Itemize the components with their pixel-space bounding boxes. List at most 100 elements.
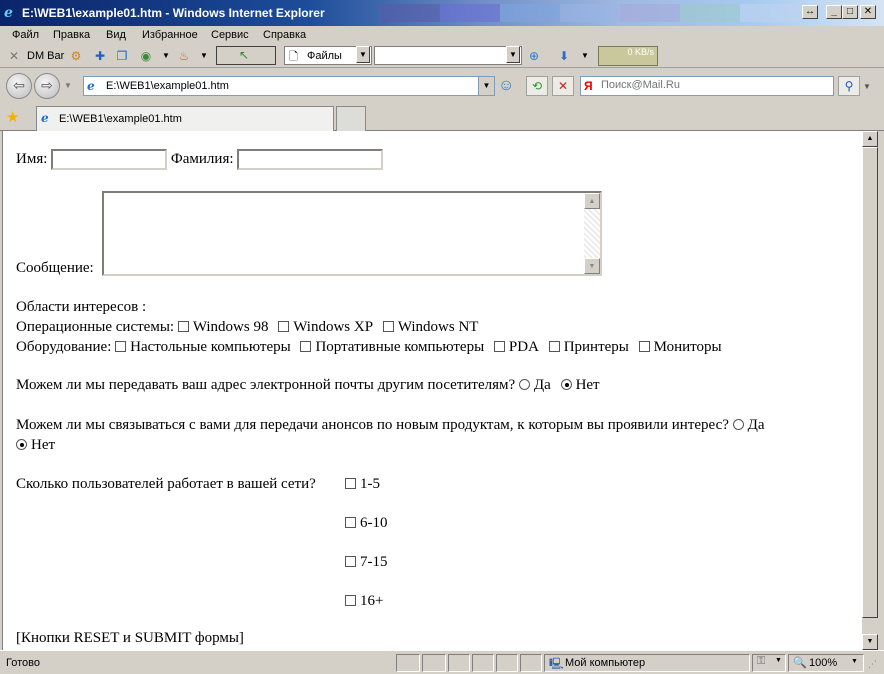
users-option-7-15[interactable]: 7-15 [345,554,388,571]
scroll-up-arrow-icon[interactable]: ▲ [862,131,878,147]
radio-button[interactable] [518,379,530,390]
users-option-16-plus[interactable]: 16+ [345,593,383,610]
checkbox[interactable] [115,341,127,352]
file-icon: 🗋 [289,51,298,63]
radio-button-selected[interactable] [16,439,27,450]
scroll-down-arrow-icon[interactable]: ▼ [584,258,600,274]
search-input[interactable] [601,79,829,91]
close-button[interactable]: ✕ [860,5,876,19]
windows-icon[interactable]: ❐ [114,48,130,64]
stop-button[interactable]: ✕ [552,76,574,96]
zoom-control[interactable]: 🔍 100% ▼ [788,654,864,672]
scroll-up-arrow-icon[interactable]: ▲ [584,193,600,209]
first-name-field[interactable] [51,149,168,170]
checkbox[interactable] [382,321,394,332]
chevron-down-icon[interactable]: ▼ [863,82,871,91]
go-search-icon[interactable]: ⊕ [526,48,542,64]
option-label: 16+ [360,593,384,609]
back-button[interactable]: ⇦ [6,73,32,99]
users-option-6-10[interactable]: 6-10 [345,515,388,532]
status-cell [448,654,470,672]
menu-file[interactable]: Файл [12,29,39,41]
email-share-yes[interactable]: Да [518,377,551,393]
message-textarea[interactable]: ▲ ▼ [102,191,602,276]
tab-example01[interactable]: e E:\WEB1\example01.htm [36,106,334,131]
dm-bar-label[interactable]: DM Bar [27,50,64,62]
restore-size-button[interactable]: ↔ [802,5,818,19]
address-field[interactable]: e E:\WEB1\example01.htm ▼ [83,76,495,96]
title-stripe [500,4,560,22]
radio-button[interactable] [732,419,744,430]
menu-help[interactable]: Справка [263,29,306,41]
forward-button[interactable]: ⇨ [34,73,60,99]
download-manager-icon[interactable]: ⚙ [68,48,84,64]
os-row: Операционные системы: Windows 98 Windows… [16,319,484,336]
computer-icon: 🖳 [549,658,564,670]
status-cell [496,654,518,672]
maximize-button[interactable]: □ [842,5,858,19]
favorites-star-icon[interactable]: ★ [6,108,19,126]
os-option-winnt[interactable]: Windows NT [382,319,478,335]
hardware-option-desktop[interactable]: Настольные компьютеры [115,339,291,355]
add-icon[interactable]: ✚ [92,48,108,64]
globe-icon[interactable]: ◉ [138,48,154,64]
checkbox[interactable] [177,321,189,332]
minimize-button[interactable]: _ [826,5,842,19]
search-button[interactable]: ⚲ [838,76,860,96]
hardware-option-pda[interactable]: PDA [493,339,539,355]
search-field[interactable]: Я [580,76,834,96]
checkbox[interactable] [493,341,505,352]
scroll-thumb[interactable] [862,147,878,618]
menu-view[interactable]: Вид [106,29,126,41]
textarea-scrollbar[interactable]: ▲ ▼ [584,193,600,274]
refresh-button[interactable]: ⟲ [526,76,548,96]
checkbox[interactable] [548,341,560,352]
option-label: Нет [31,437,56,453]
chevron-down-icon[interactable]: ▼ [577,48,593,64]
hardware-option-monitors[interactable]: Мониторы [638,339,722,355]
chevron-down-icon[interactable]: ▼ [506,46,520,63]
checkbox[interactable] [278,321,290,332]
cursor-tool[interactable]: ↖ [216,46,276,65]
close-bar-icon[interactable]: ✕ [6,48,22,64]
checkbox[interactable] [345,556,356,567]
resize-grip-icon[interactable]: ⋰ [868,659,877,670]
os-option-win98[interactable]: Windows 98 [177,319,268,335]
email-share-no[interactable]: Нет [560,377,600,393]
chevron-down-icon[interactable]: ▼ [158,48,174,64]
chevron-down-icon[interactable]: ▼ [478,77,494,95]
hardware-option-printers[interactable]: Принтеры [548,339,629,355]
menu-tools[interactable]: Сервис [211,29,249,41]
os-option-winxp[interactable]: Windows XP [278,319,373,335]
users-question: Сколько пользователей работает в вашей с… [16,476,316,492]
tab-label: E:\WEB1\example01.htm [59,113,182,125]
zoom-icon: 🔍 [793,657,807,669]
protected-mode[interactable]: ⚿ ▼ [752,654,786,672]
menu-favorites[interactable]: Избранное [142,29,198,41]
checkbox[interactable] [638,341,650,352]
users-option-1-5[interactable]: 1-5 [345,476,380,493]
chevron-down-icon[interactable]: ▼ [356,46,370,63]
agent-icon[interactable]: ☺ [498,77,514,95]
scroll-down-arrow-icon[interactable]: ▼ [862,634,878,650]
contact-yes[interactable]: Да [732,417,765,433]
checkbox[interactable] [345,595,356,606]
radio-button-selected[interactable] [560,379,572,390]
contact-no[interactable]: Нет [16,437,55,454]
hardware-option-laptop[interactable]: Портативные компьютеры [300,339,484,355]
chevron-down-icon[interactable]: ▼ [196,48,212,64]
option-label: Да [533,377,551,393]
page-scrollbar[interactable]: ▲ ▼ [862,131,878,650]
download-url-field[interactable] [374,46,522,65]
checkbox[interactable] [300,341,312,352]
hardware-label: Оборудование: [16,339,112,355]
new-tab-button[interactable] [336,106,366,131]
download-arrow-icon[interactable]: ⬇ [556,48,572,64]
menu-edit[interactable]: Правка [53,29,90,41]
last-name-field[interactable] [237,149,384,170]
chevron-down-icon[interactable]: ▼ [64,81,72,90]
checkbox[interactable] [345,478,356,489]
lock-icon: ⚿ [757,655,766,667]
flashget-icon[interactable]: ♨ [176,48,192,64]
checkbox[interactable] [345,517,356,528]
